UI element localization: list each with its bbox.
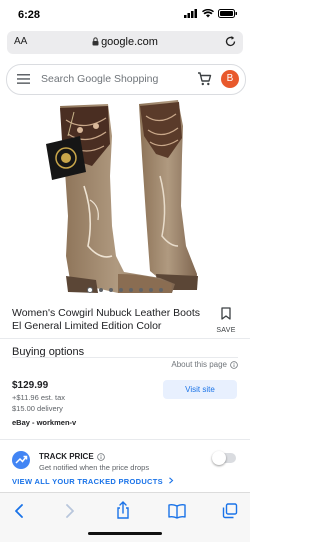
browser-toolbar — [0, 492, 250, 542]
offer-delivery: $15.00 delivery — [12, 404, 63, 413]
view-all-label: VIEW ALL YOUR TRACKED PRODUCTS — [12, 477, 163, 486]
chevron-right-icon — [169, 477, 174, 484]
track-price-title: TRACK PRICE — [39, 452, 105, 461]
visit-site-button[interactable]: Visit site — [163, 380, 237, 399]
back-icon[interactable] — [13, 503, 25, 519]
browser-url-bar[interactable]: AA google.com — [7, 31, 243, 54]
bookmarks-icon[interactable] — [168, 503, 186, 519]
offer-tax: +$11.96 est. tax — [12, 393, 66, 402]
share-icon[interactable] — [116, 501, 130, 519]
divider — [0, 439, 250, 440]
view-tracked-products-link[interactable]: VIEW ALL YOUR TRACKED PRODUCTS — [12, 477, 174, 486]
carousel-dot[interactable] — [109, 288, 113, 292]
product-title: Women's Cowgirl Nubuck Leather Boots El … — [12, 307, 200, 332]
boot-right — [139, 100, 198, 290]
lock-icon — [92, 37, 99, 46]
save-button[interactable]: SAVE — [214, 307, 238, 334]
offer-seller[interactable]: eBay - workmen-v — [12, 418, 76, 427]
carousel-dot[interactable] — [139, 288, 143, 292]
toggle-knob[interactable] — [212, 451, 226, 465]
carousel-dot-active[interactable] — [87, 287, 93, 293]
account-avatar[interactable]: B — [221, 70, 239, 88]
shopping-search-bar[interactable]: Search Google Shopping B — [6, 64, 246, 95]
reload-icon[interactable] — [224, 35, 237, 48]
image-carousel-dots[interactable] — [0, 287, 250, 293]
cart-icon[interactable] — [197, 72, 212, 86]
bookmark-icon — [221, 307, 231, 320]
forward-icon[interactable] — [64, 503, 76, 519]
save-label: SAVE — [216, 327, 236, 334]
battery-icon — [218, 9, 237, 18]
about-this-page-link[interactable]: About this page — [171, 360, 238, 369]
product-image[interactable] — [0, 96, 250, 296]
trending-icon — [12, 451, 30, 469]
carousel-dot[interactable] — [159, 288, 163, 292]
carousel-dot[interactable] — [119, 288, 123, 292]
divider — [12, 357, 238, 358]
carousel-dot[interactable] — [129, 288, 133, 292]
carousel-dot[interactable] — [149, 288, 153, 292]
info-icon[interactable] — [96, 452, 105, 461]
url-text: google.com — [101, 36, 158, 48]
offer-price: $129.99 — [12, 380, 49, 391]
url-display: google.com — [7, 36, 243, 48]
status-bar: 6:28 — [0, 0, 250, 26]
wifi-icon — [202, 9, 214, 18]
track-price-subtitle: Get notified when the price drops — [39, 463, 150, 472]
info-icon — [230, 360, 238, 369]
track-price-label: TRACK PRICE — [39, 452, 94, 461]
trend-line-icon — [15, 455, 28, 464]
divider — [0, 338, 250, 339]
about-label: About this page — [171, 360, 227, 369]
signal-icon — [184, 9, 197, 18]
home-indicator — [88, 532, 162, 535]
track-price-toggle[interactable] — [212, 451, 236, 465]
status-time: 6:28 — [18, 9, 41, 21]
search-input[interactable]: Search Google Shopping — [41, 73, 158, 85]
hamburger-menu-icon[interactable] — [17, 74, 30, 84]
status-icons — [184, 9, 238, 18]
tabs-icon[interactable] — [222, 503, 238, 519]
carousel-dot[interactable] — [99, 288, 103, 292]
